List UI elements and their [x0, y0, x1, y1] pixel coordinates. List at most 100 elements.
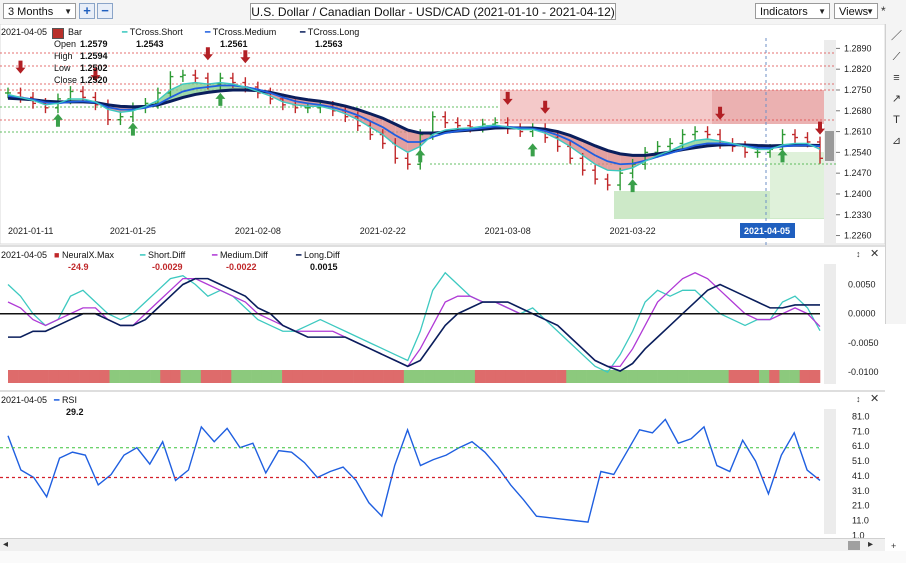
time-tick-label: 2021-03-08: [485, 226, 531, 236]
ray-icon[interactable]: ⟋: [889, 50, 904, 64]
rsi-tick-label: 61.0: [852, 441, 870, 451]
price-tick-label: 1.2820: [844, 64, 872, 74]
price-tick-label: 1.2680: [844, 106, 872, 116]
neuralx-bar: [190, 370, 202, 383]
neuralx-bar: [556, 370, 567, 383]
neuralx-bar: [150, 370, 161, 383]
remove-instrument-button[interactable]: −: [97, 3, 113, 19]
neuralx-bar: [160, 370, 171, 383]
legend-short-name: TCross.Short: [129, 27, 183, 37]
arrow-icon[interactable]: ↗: [889, 92, 904, 106]
views-label: Views: [839, 6, 869, 18]
period-value: 3 Months: [8, 6, 54, 18]
neuralx-bar: [342, 370, 354, 383]
neuralx-bar: [48, 370, 60, 383]
close-panel-icon[interactable]: ✕: [870, 393, 879, 405]
crosshair-date-label: 2021-04-05: [744, 226, 790, 236]
legend-short-diff: ━ Short.Diff: [140, 250, 186, 260]
legend-high-label: High: [54, 51, 73, 61]
neuralx-bar: [688, 370, 699, 383]
pencil-icon[interactable]: ／: [889, 29, 904, 43]
chevron-down-icon: ▼: [818, 7, 826, 16]
neuralx-bar: [525, 370, 537, 383]
neuralx-bar: [454, 370, 466, 383]
neuralx-bar: [18, 370, 29, 383]
neuralx-bar: [515, 370, 526, 383]
diff-tick-label: 0.0000: [848, 309, 876, 319]
neuralx-bar: [282, 370, 293, 383]
ruler-icon[interactable]: ⊿: [889, 134, 904, 148]
neuralx-bar: [180, 370, 191, 383]
neuralx-bar: [119, 370, 131, 383]
neuralx-bar: [312, 370, 323, 383]
time-scrollbar[interactable]: ◂ ▸: [0, 538, 885, 552]
neuralx-bar: [799, 370, 811, 383]
neuralx-bar: [505, 370, 516, 383]
time-tick-label: 2021-03-22: [610, 226, 656, 236]
price-scroll-thumb[interactable]: [825, 131, 834, 161]
neuralx-bar: [200, 370, 212, 383]
legend-long-diff: ━ Long.Diff: [296, 250, 340, 260]
legend-short-value: 1.2543: [136, 39, 164, 49]
legend-open-label: Open: [54, 39, 77, 49]
legend-low-label: Low: [54, 63, 71, 73]
neuralx-bar: [617, 370, 628, 383]
neuralx-bar: [667, 370, 679, 383]
add-instrument-button[interactable]: +: [79, 3, 95, 19]
diff-tick-label: -0.0100: [848, 367, 879, 377]
legend-shortdiff-value: -0.0029: [152, 262, 183, 272]
legend-rsi-name: RSI: [61, 395, 77, 405]
neuralx-bar: [809, 370, 821, 383]
chart-title: U.S. Dollar / Canadian Dollar - USD/CAD …: [250, 3, 616, 20]
neuralx-bar: [576, 370, 587, 383]
neuralx-bar: [373, 370, 384, 383]
resistance-zone-strong: [712, 90, 836, 124]
scroll-right-icon[interactable]: ▸: [868, 539, 873, 550]
text-icon[interactable]: T: [889, 113, 904, 127]
rsi-tick-label: 31.0: [852, 486, 870, 496]
legend-high-value: 1.2594: [80, 51, 108, 61]
scroll-plus-icon[interactable]: +: [891, 541, 896, 551]
neuralx-bar: [637, 370, 648, 383]
legend-tcross-short: ━ TCross.Short: [122, 27, 183, 37]
neuralx-bar: [129, 370, 141, 383]
period-select[interactable]: 3 Months ▼: [3, 3, 76, 19]
neuralx-bar: [170, 370, 181, 383]
move-panel-icon[interactable]: ↕: [856, 249, 861, 259]
rsi-tick-label: 41.0: [852, 471, 870, 481]
pin-icon[interactable]: *: [881, 4, 886, 18]
neuralx-bar: [28, 370, 39, 383]
scroll-left-icon[interactable]: ◂: [3, 539, 8, 550]
time-tick-label: 2021-02-08: [235, 226, 281, 236]
rsi-tick-label: 21.0: [852, 501, 870, 511]
close-panel-icon[interactable]: ✕: [870, 248, 879, 260]
move-panel-icon[interactable]: ↕: [856, 394, 861, 404]
indicators-menu[interactable]: Indicators ▼: [755, 3, 830, 19]
legend-longdiff-value: 0.0015: [310, 262, 338, 272]
neuralx-bar: [444, 370, 455, 383]
legend-diff-date: 2021-04-05: [1, 250, 48, 260]
neuralx-bar: [779, 370, 790, 383]
chevron-down-icon: ▼: [866, 7, 874, 16]
legend-rsi-value: 29.2: [66, 407, 84, 417]
scroll-thumb[interactable]: [848, 541, 860, 550]
views-menu[interactable]: Views ▼: [834, 3, 878, 19]
legend-close-value: 1.2520: [80, 75, 108, 85]
legend-shortdiff-name: Short.Diff: [147, 250, 186, 260]
neuralx-bar: [769, 370, 780, 383]
legend-nx-value: -24.9: [68, 262, 89, 272]
legend-nx-name: NeuralX.Max: [61, 250, 114, 260]
legend-tcross-long: ━ TCross.Long: [300, 27, 360, 37]
neuralx-bar: [434, 370, 445, 383]
legend-long-value: 1.2563: [315, 39, 343, 49]
neuralx-bar: [231, 370, 242, 383]
neuralx-bar: [789, 370, 800, 383]
neuralx-bar: [8, 370, 19, 383]
neuralx-bar: [261, 370, 273, 383]
fib-icon[interactable]: ≡: [889, 71, 904, 85]
legend-tcross-medium: ━ TCross.Medium: [205, 27, 277, 37]
neuralx-bar: [718, 370, 729, 383]
neuralx-bar: [535, 370, 547, 383]
rsi-tick-label: 11.0: [852, 516, 869, 526]
neuralx-bar: [332, 370, 344, 383]
